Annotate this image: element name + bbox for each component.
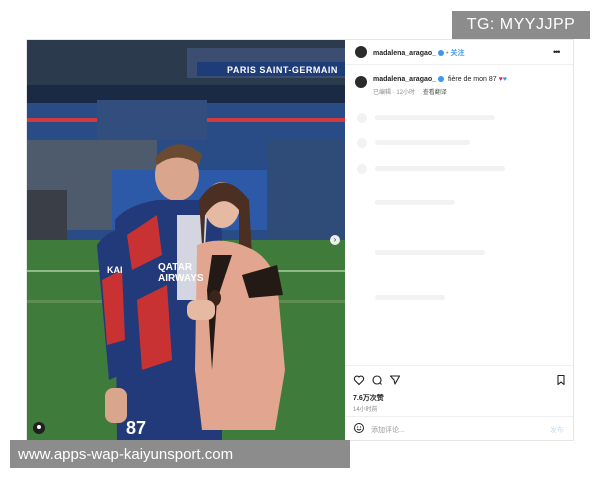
- photo-illustration: [27, 40, 345, 440]
- watermark-bottom: www.apps-wap-kaiyunsport.com: [10, 440, 350, 468]
- blurred-comment: [375, 250, 485, 255]
- follow-button[interactable]: 关注: [450, 50, 464, 57]
- blurred-comment: [375, 200, 455, 205]
- jersey-sponsor-text: QATAR AIRWAYS: [158, 262, 204, 284]
- dot-separator: •: [446, 50, 449, 57]
- heart-icon[interactable]: [353, 374, 365, 386]
- watermark-bottom-text: www.apps-wap-kaiyunsport.com: [18, 445, 234, 463]
- watermark-top: TG: MYYJJPP: [452, 11, 590, 39]
- send-icon[interactable]: [389, 374, 401, 386]
- blurred-comment: [375, 295, 445, 300]
- caption-line: madalena_aragao_ fière de mon 87 ♥♥: [373, 76, 507, 83]
- post-side-panel: madalena_aragao_ • 关注 ••• madalena_aragao…: [345, 40, 573, 440]
- jersey-side-text: KAI: [107, 265, 123, 275]
- blurred-comment: [375, 115, 495, 120]
- blurred-comment-avatar: [357, 138, 367, 148]
- verified-badge-icon: [438, 50, 445, 57]
- jersey-number: 87: [126, 418, 147, 438]
- watermark-top-text: TG: MYYJJPP: [466, 16, 576, 33]
- blurred-comment-avatar: [357, 164, 367, 174]
- actions-divider: [345, 365, 573, 366]
- blurred-comment: [375, 140, 470, 145]
- emoji-icon[interactable]: [353, 422, 365, 434]
- user-tag-icon: [37, 425, 41, 429]
- caption-meta-text: 已编辑 · 12小时: [373, 90, 416, 96]
- avatar[interactable]: [355, 46, 367, 58]
- likes-count[interactable]: 7.6万次赞: [353, 393, 384, 403]
- caption-verified-icon: [438, 76, 445, 83]
- bookmark-icon[interactable]: [555, 374, 567, 386]
- post-comment-button[interactable]: 发布: [550, 425, 564, 435]
- header-divider: [345, 64, 573, 65]
- blue-heart-emoji-icon: ♥: [502, 76, 507, 83]
- caption-text: fière de mon 87: [448, 76, 497, 83]
- blurred-comment: [375, 166, 505, 171]
- post-photo[interactable]: PARIS SAINT-GERMAIN QATAR AIRWAYS KAI 87…: [27, 40, 345, 440]
- translate-link[interactable]: 查看翻译: [423, 90, 447, 96]
- post-header-username[interactable]: madalena_aragao_ • 关注: [373, 48, 464, 58]
- more-horizontal-icon[interactable]: •••: [553, 47, 561, 57]
- stadium-sign: PARIS SAINT-GERMAIN: [227, 65, 338, 75]
- comment-divider: [345, 416, 573, 417]
- comment-icon[interactable]: [371, 374, 383, 386]
- next-photo-button[interactable]: ›: [330, 235, 340, 245]
- caption-avatar[interactable]: [355, 76, 367, 88]
- caption-username[interactable]: madalena_aragao_: [373, 76, 436, 83]
- instagram-post: PARIS SAINT-GERMAIN QATAR AIRWAYS KAI 87…: [27, 40, 573, 440]
- chevron-right-icon: ›: [333, 235, 337, 244]
- blurred-comment-avatar: [357, 113, 367, 123]
- post-time: 14小时前: [353, 407, 378, 413]
- user-tag-button[interactable]: [33, 422, 45, 434]
- username-text[interactable]: madalena_aragao_: [373, 50, 436, 57]
- comment-input[interactable]: 添加评论...: [371, 425, 405, 435]
- caption-meta: 已编辑 · 12小时 查看翻译: [373, 87, 447, 96]
